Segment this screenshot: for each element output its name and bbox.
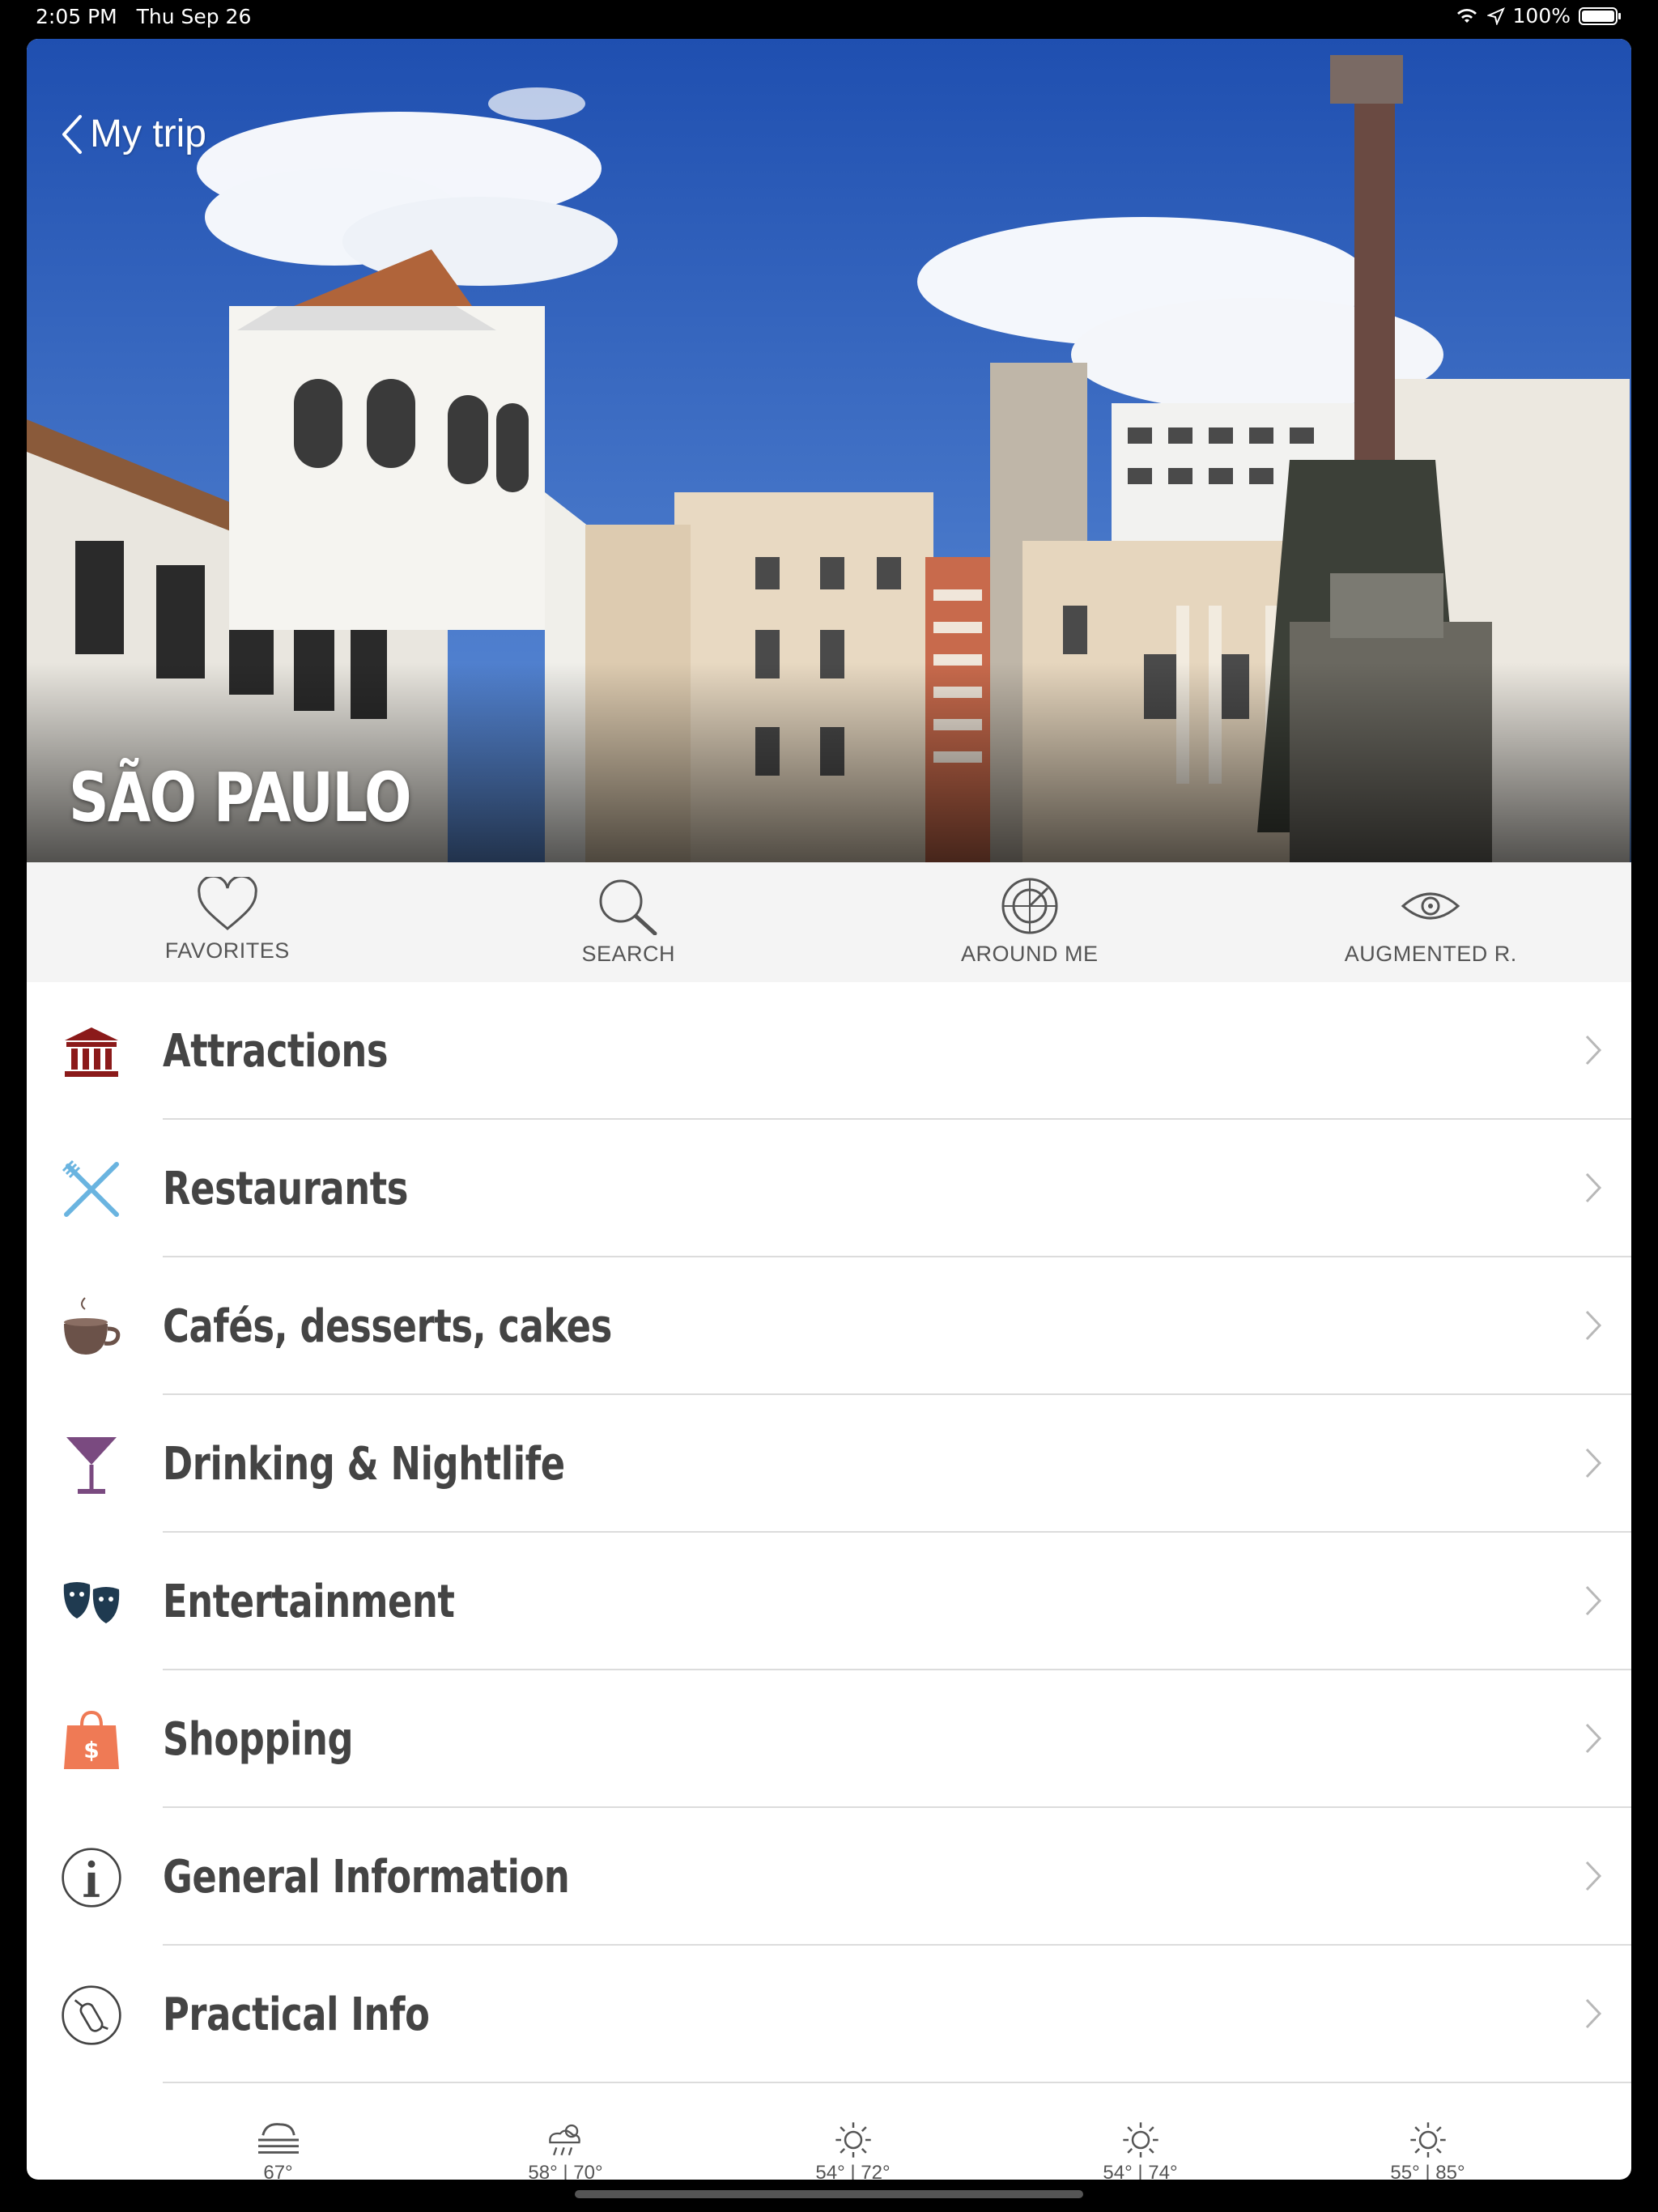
radar-icon <box>1001 878 1058 934</box>
weather-day: 54° | 72° <box>709 2120 997 2180</box>
weather-day: 58° | 70° <box>422 2120 709 2180</box>
fork-knife-icon <box>61 1159 122 1220</box>
eye-icon <box>1401 892 1460 920</box>
menu-label-drinking-nightlife: Drinking & Nightlife <box>163 1437 565 1491</box>
city-title: SÃO PAULO <box>69 758 412 837</box>
menu-label-attractions: Attractions <box>163 1024 389 1078</box>
museum-icon <box>61 1021 122 1083</box>
menu-item-drinking-nightlife[interactable]: Drinking & Nightlife <box>27 1395 1631 1533</box>
quick-actions-toolbar: FAVORITES SEARCH AROUND ME AUGMENTED R. <box>27 862 1631 982</box>
theater-masks-icon <box>61 1572 122 1633</box>
back-button[interactable]: My trip <box>59 112 206 156</box>
chevron-right-icon <box>1585 1998 1602 2029</box>
status-bar: 2:05 PM Thu Sep 26 100% <box>0 0 1658 39</box>
weather-temp: 54° | 72° <box>815 2162 891 2180</box>
category-menu: Attractions Restaurants Cafés, desserts,… <box>27 982 1631 2083</box>
city-photo <box>27 39 1631 862</box>
weather-temp: 55° | 85° <box>1390 2162 1465 2180</box>
info-icon <box>61 1847 122 1908</box>
menu-item-entertainment[interactable]: Entertainment <box>27 1533 1631 1670</box>
chevron-right-icon <box>1585 1310 1602 1341</box>
weather-day: 55° | 85° <box>1284 2120 1571 2180</box>
chevron-right-icon <box>1585 1172 1602 1203</box>
chevron-right-icon <box>1585 1035 1602 1066</box>
search-button[interactable]: SEARCH <box>428 862 830 982</box>
search-label: SEARCH <box>581 942 676 966</box>
augmented-reality-label: AUGMENTED R. <box>1344 942 1517 966</box>
favorites-label: FAVORITES <box>164 938 290 963</box>
menu-item-attractions[interactable]: Attractions <box>27 982 1631 1120</box>
menu-label-shopping: Shopping <box>163 1712 354 1766</box>
menu-item-cafes[interactable]: Cafés, desserts, cakes <box>27 1257 1631 1395</box>
sun-icon <box>1409 2122 1446 2158</box>
augmented-reality-button[interactable]: AUGMENTED R. <box>1231 862 1632 982</box>
favorites-button[interactable]: FAVORITES <box>27 862 428 982</box>
rain-sun-icon <box>548 2124 580 2156</box>
menu-label-cafes: Cafés, desserts, cakes <box>163 1300 612 1353</box>
around-me-button[interactable]: AROUND ME <box>829 862 1231 982</box>
weather-temp: 67° <box>263 2162 293 2180</box>
battery-icon <box>1579 6 1621 25</box>
wifi-icon <box>1456 8 1477 23</box>
chevron-left-icon <box>62 114 82 154</box>
status-date: Thu Sep 26 <box>136 5 252 28</box>
chevron-right-icon <box>1585 1723 1602 1754</box>
chevron-right-icon <box>1585 1861 1602 1891</box>
back-button-label: My trip <box>90 113 206 155</box>
svg-text:$: $ <box>83 1737 99 1763</box>
menu-item-restaurants[interactable]: Restaurants <box>27 1120 1631 1257</box>
menu-label-practical-info: Practical Info <box>163 1988 430 2041</box>
menu-label-entertainment: Entertainment <box>163 1575 455 1628</box>
chevron-right-icon <box>1585 1585 1602 1616</box>
status-right: 100% <box>1455 4 1622 28</box>
sun-icon <box>835 2122 871 2158</box>
coffee-cup-icon <box>61 1296 122 1358</box>
menu-label-restaurants: Restaurants <box>163 1162 408 1215</box>
swiss-knife-icon <box>61 1984 122 2046</box>
fog-icon <box>257 2123 299 2154</box>
heart-icon <box>198 877 257 930</box>
menu-label-general-information: General Information <box>163 1850 570 1904</box>
home-indicator[interactable] <box>575 2190 1083 2198</box>
shopping-bag-icon: $ <box>61 1709 122 1771</box>
status-time: 2:05 PM Thu Sep 26 <box>36 5 252 28</box>
weather-forecast: 67° 58° | 70° 54° | 72° 54° | 74° 55° | … <box>27 2120 1631 2180</box>
location-arrow-icon <box>1486 6 1505 25</box>
search-icon <box>599 879 657 935</box>
menu-item-general-information[interactable]: General Information <box>27 1808 1631 1946</box>
battery-percent: 100% <box>1512 4 1571 28</box>
divider <box>163 2082 1631 2083</box>
chevron-right-icon <box>1585 1448 1602 1478</box>
weather-temp: 58° | 70° <box>528 2162 603 2180</box>
sun-icon <box>1122 2122 1158 2158</box>
weather-temp: 54° | 74° <box>1103 2162 1178 2180</box>
menu-item-shopping[interactable]: $ Shopping <box>27 1670 1631 1808</box>
city-hero-image: My trip SÃO PAULO <box>27 39 1631 862</box>
main-card: My trip SÃO PAULO FAVORITES SEARCH AROUN… <box>27 39 1631 2180</box>
weather-day: 67° <box>134 2120 422 2180</box>
menu-item-practical-info[interactable]: Practical Info <box>27 1946 1631 2083</box>
around-me-label: AROUND ME <box>960 942 1099 966</box>
weather-day: 54° | 74° <box>997 2120 1284 2180</box>
cocktail-icon <box>61 1434 122 1495</box>
